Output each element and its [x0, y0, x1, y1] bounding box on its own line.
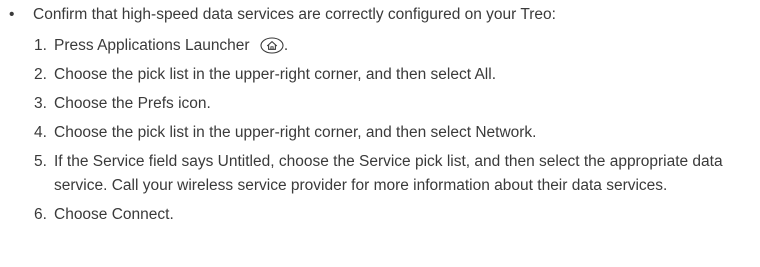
step-suffix: .: [283, 37, 289, 54]
step-number: 1.: [34, 37, 47, 54]
step-number: 4.: [34, 124, 47, 141]
step-2: 2. Choose the pick list in the upper-rig…: [34, 63, 754, 87]
step-number: 3.: [34, 95, 47, 112]
step-1: 1. Press Applications Launcher .: [34, 34, 754, 58]
step-number: 2.: [34, 66, 47, 83]
step-text: Choose the Prefs icon.: [54, 95, 211, 112]
step-text: Choose the pick list in the upper-right …: [54, 66, 496, 83]
step-6: 6. Choose Connect.: [34, 203, 754, 227]
step-5: 5. If the Service field says Untitled, c…: [34, 150, 754, 198]
bullet-marker: •: [9, 6, 15, 23]
home-launcher-icon: [260, 37, 284, 54]
step-text: If the Service field says Untitled, choo…: [54, 153, 723, 194]
intro-text: Confirm that high-speed data services ar…: [33, 6, 556, 23]
intro-bullet-item: • Confirm that high-speed data services a…: [9, 4, 556, 26]
document-page: • Confirm that high-speed data services a…: [0, 0, 760, 267]
step-text: Choose Connect.: [54, 206, 174, 223]
step-text: Choose the pick list in the upper-right …: [54, 124, 537, 141]
step-3: 3. Choose the Prefs icon.: [34, 92, 754, 116]
step-text: Press Applications Launcher: [54, 37, 250, 54]
step-number: 5.: [34, 153, 47, 170]
step-number: 6.: [34, 206, 47, 223]
steps-list: 1. Press Applications Launcher . 2. Choo…: [34, 34, 754, 232]
step-4: 4. Choose the pick list in the upper-rig…: [34, 121, 754, 145]
